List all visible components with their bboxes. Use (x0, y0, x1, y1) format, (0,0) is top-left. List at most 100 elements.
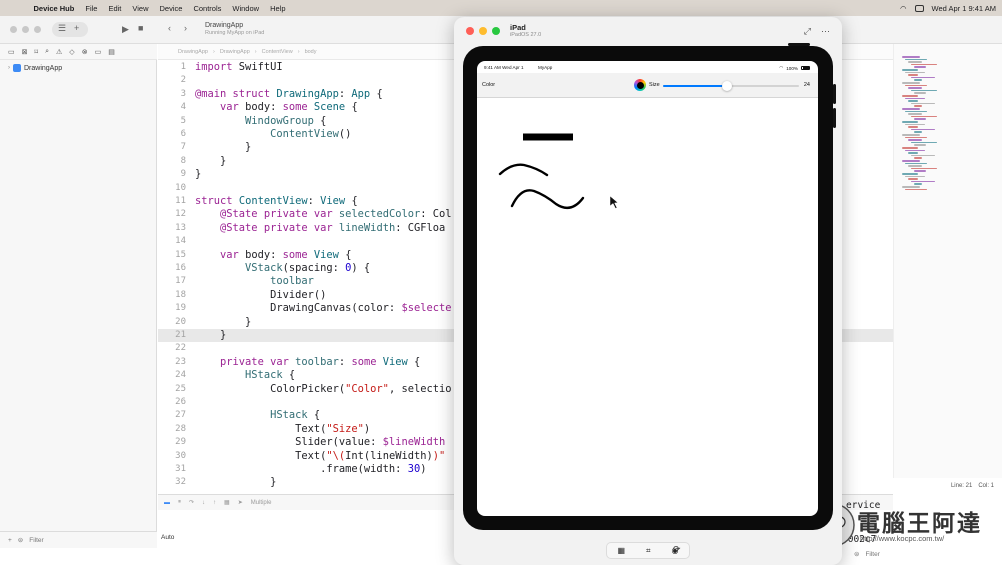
line-number[interactable]: 31 (158, 463, 186, 476)
line-number[interactable]: 19 (158, 302, 186, 315)
zoom-button[interactable] (34, 26, 41, 33)
code-text[interactable]: private var toolbar: some View { (195, 356, 420, 369)
line-number[interactable]: 17 (158, 275, 186, 288)
menu-view[interactable]: View (127, 4, 154, 13)
code-text[interactable]: DrawingCanvas(color: $selecte (195, 302, 451, 315)
minimize-button[interactable] (22, 26, 29, 33)
slider-thumb[interactable] (721, 80, 732, 91)
run-icon[interactable]: ▶ (122, 24, 129, 35)
code-text[interactable]: HStack { (195, 409, 320, 422)
code-text[interactable]: toolbar (195, 275, 314, 288)
line-number[interactable]: 1 (158, 61, 186, 74)
line-number[interactable]: 18 (158, 289, 186, 302)
screenshot-icon[interactable]: ⌗ (646, 546, 651, 556)
line-number[interactable]: 6 (158, 128, 186, 141)
minimize-button[interactable] (479, 27, 487, 35)
drawing-canvas[interactable] (477, 99, 818, 516)
line-number[interactable]: 27 (158, 409, 186, 422)
code-text[interactable]: var body: some Scene { (195, 101, 358, 114)
code-text[interactable]: @State private var selectedColor: Col (195, 208, 451, 221)
line-number[interactable]: 22 (158, 342, 186, 355)
view-hierarchy-icon[interactable]: ▦ (224, 499, 230, 506)
stop-icon[interactable]: ■ (138, 23, 143, 33)
location-icon[interactable]: ➤ (238, 499, 243, 506)
find-icon[interactable]: ⌕ (45, 48, 49, 56)
code-text[interactable]: } (195, 141, 251, 154)
code-text[interactable]: } (195, 155, 226, 168)
report-icon[interactable]: ▤ (108, 48, 115, 56)
debug-icon[interactable]: ⊗ (82, 48, 88, 56)
code-text[interactable]: HStack { (195, 369, 295, 382)
menu-edit[interactable]: Edit (103, 4, 127, 13)
code-text[interactable]: var body: some View { (195, 249, 351, 262)
line-number[interactable]: 20 (158, 316, 186, 329)
line-number[interactable]: 12 (158, 208, 186, 221)
sidebar-toggle-icon[interactable]: ☰ (58, 23, 66, 34)
code-text[interactable]: struct ContentView: View { (195, 195, 358, 208)
menu-app-name[interactable]: Device Hub (28, 4, 80, 13)
line-number[interactable]: 9 (158, 168, 186, 181)
line-number[interactable]: 10 (158, 182, 186, 195)
line-number[interactable]: 24 (158, 369, 186, 382)
line-number[interactable]: 5 (158, 115, 186, 128)
auto-selector[interactable]: Auto (161, 534, 174, 541)
menu-window[interactable]: Window (227, 4, 265, 13)
source-control-icon[interactable]: ⊠ (22, 48, 28, 56)
hide-debug-area-icon[interactable]: ▬ (164, 500, 170, 506)
step-into-icon[interactable]: ↓ (202, 500, 205, 506)
line-number[interactable]: 25 (158, 383, 186, 396)
code-text[interactable]: .frame(width: 30) (195, 463, 426, 476)
step-out-icon[interactable]: ↑ (213, 500, 216, 506)
breadcrumb-2[interactable]: ContentView (262, 49, 293, 55)
home-grid-icon[interactable]: ▦ (617, 546, 625, 555)
line-number[interactable]: 16 (158, 262, 186, 275)
code-text[interactable]: } (195, 476, 276, 489)
line-number[interactable]: 2 (158, 74, 186, 87)
test-icon[interactable]: ◇ (69, 48, 74, 56)
volume-up-button[interactable] (833, 84, 836, 104)
line-number[interactable]: 26 (158, 396, 186, 409)
code-text[interactable]: } (195, 329, 226, 342)
project-row[interactable]: › DrawingApp (8, 64, 62, 72)
line-number[interactable]: 4 (158, 101, 186, 114)
issue-icon[interactable]: ⚠ (56, 48, 62, 56)
add-file-icon[interactable]: + (8, 537, 12, 544)
line-number[interactable]: 11 (158, 195, 186, 208)
line-number[interactable]: 23 (158, 356, 186, 369)
line-number[interactable]: 7 (158, 141, 186, 154)
code-text[interactable]: Text("\(Int(lineWidth))" (195, 450, 445, 463)
volume-down-button[interactable] (833, 108, 836, 128)
clock[interactable]: Wed Apr 1 9:41 AM (932, 4, 996, 13)
color-picker-well[interactable] (634, 79, 646, 91)
line-number[interactable]: 30 (158, 450, 186, 463)
menu-device[interactable]: Device (154, 4, 188, 13)
breakpoint-icon[interactable]: ▭ (95, 48, 102, 56)
rotate-icon[interactable]: ⟳ (673, 544, 681, 555)
breadcrumb-3[interactable]: body (305, 49, 317, 55)
navigator-filter-input[interactable]: Filter (29, 537, 43, 544)
back-icon[interactable]: ‹ (168, 23, 171, 33)
line-number[interactable]: 32 (158, 476, 186, 489)
bookmark-icon[interactable]: ⌑ (35, 48, 39, 56)
fullscreen-icon[interactable]: ⤢ (804, 26, 811, 37)
minimap[interactable] (893, 44, 1002, 478)
more-icon[interactable]: ⋯ (821, 26, 830, 37)
zoom-button[interactable] (492, 27, 500, 35)
line-number[interactable]: 21 (158, 329, 186, 342)
top-button[interactable] (788, 43, 810, 46)
line-number[interactable]: 28 (158, 423, 186, 436)
add-icon[interactable]: + (74, 23, 79, 33)
close-button[interactable] (10, 26, 17, 33)
line-number[interactable]: 13 (158, 222, 186, 235)
forward-icon[interactable]: › (184, 23, 187, 33)
breadcrumb-1[interactable]: DrawingApp (220, 49, 250, 55)
code-text[interactable]: WindowGroup { (195, 115, 326, 128)
disclosure-icon[interactable]: › (8, 65, 10, 71)
control-center-icon[interactable] (914, 4, 924, 12)
code-text[interactable]: } (195, 316, 251, 329)
code-text[interactable]: } (195, 168, 201, 181)
code-text[interactable]: Slider(value: $lineWidth (195, 436, 445, 449)
size-slider[interactable] (663, 80, 799, 91)
project-navigator-icon[interactable]: ▭ (8, 48, 15, 56)
code-text[interactable]: Divider() (195, 289, 326, 302)
